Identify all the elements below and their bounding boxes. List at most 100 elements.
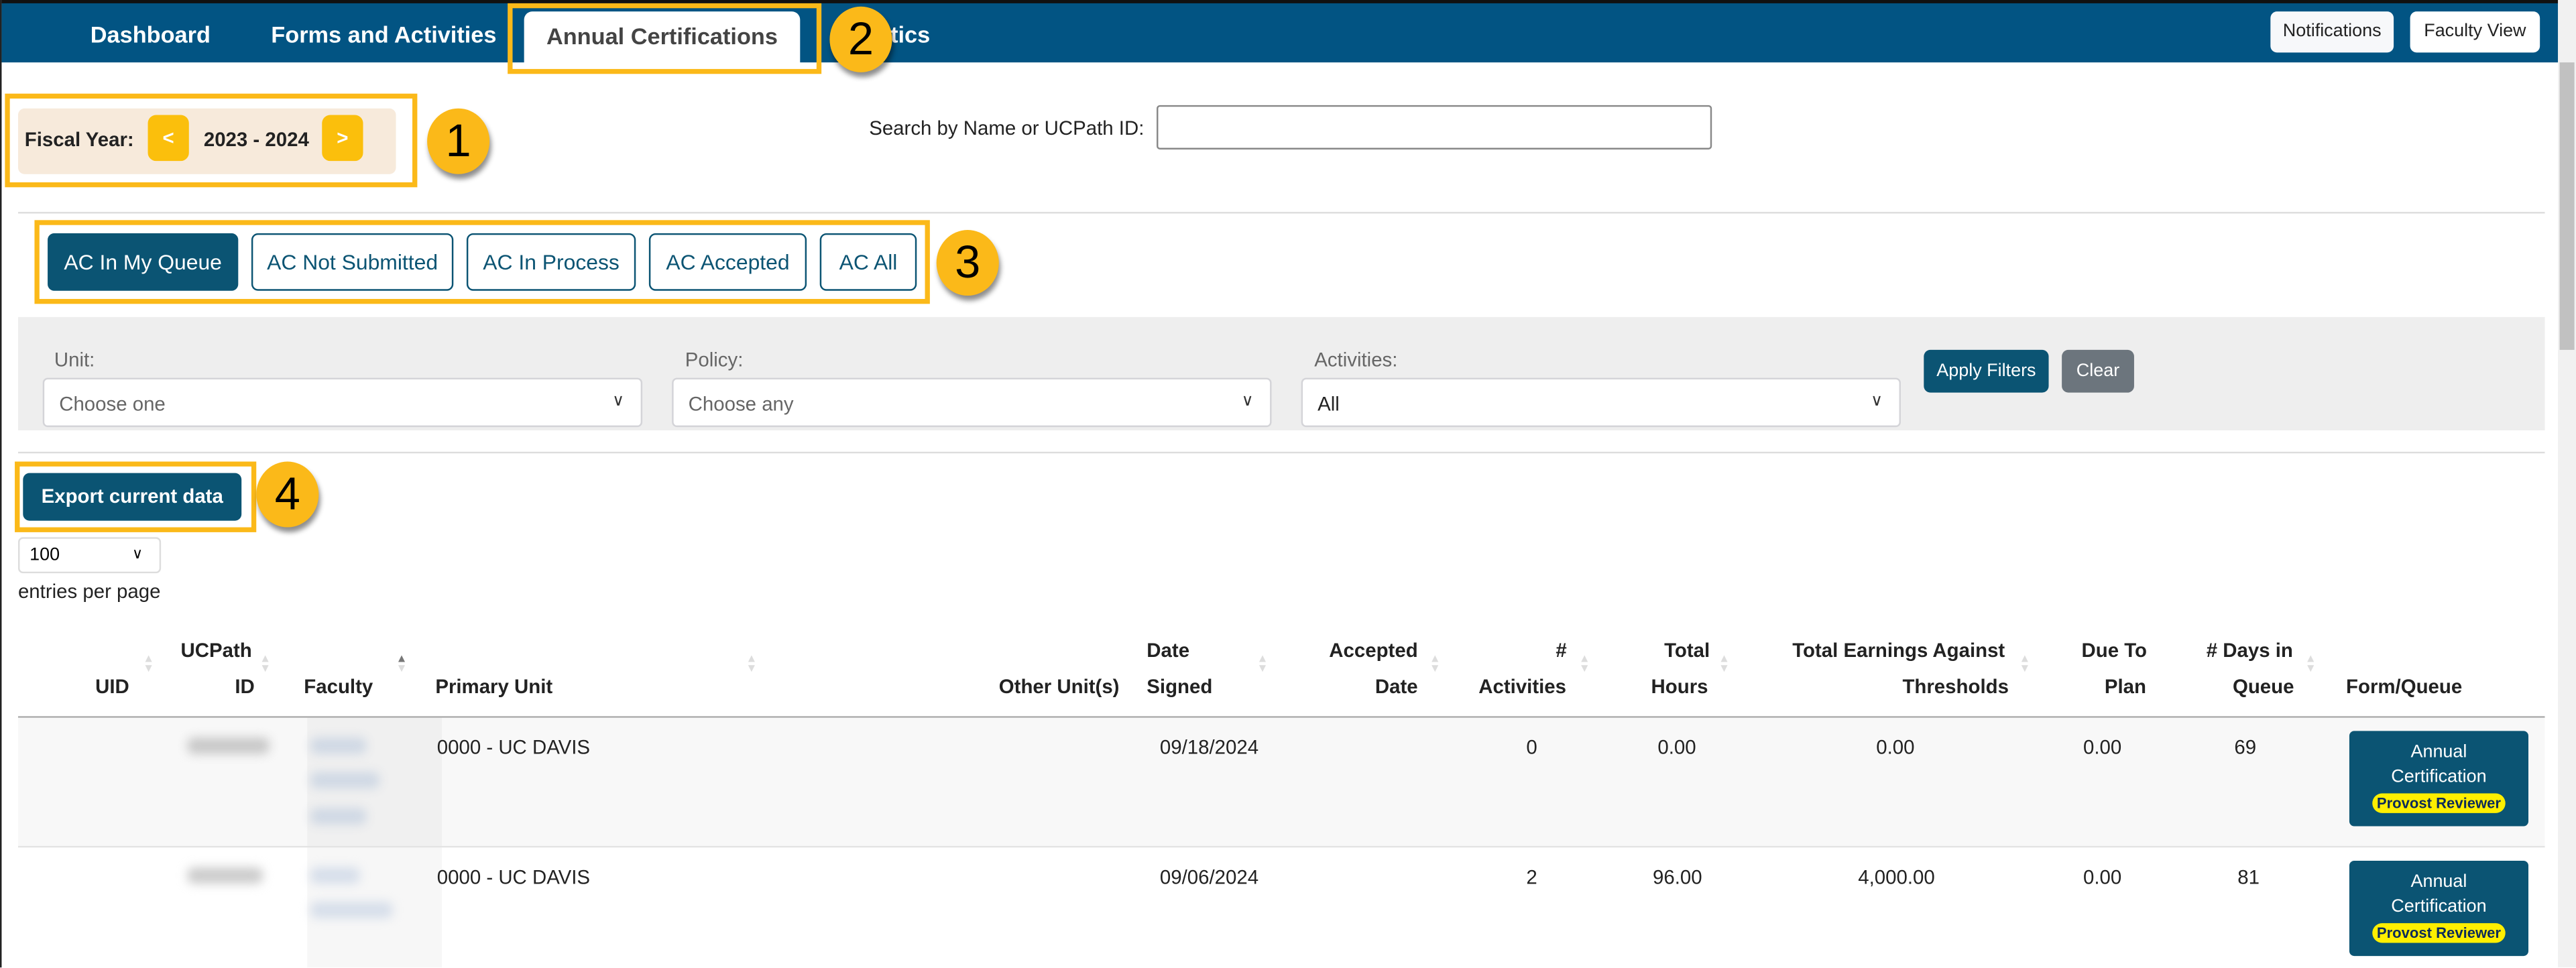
callout-2: 2 [829,6,892,72]
entries-per-page-select[interactable]: 100 ∨ [17,537,162,574]
divider [17,451,2545,454]
activities-count: 0 [1526,735,1537,760]
col-primary-unit[interactable]: Primary Unit [435,668,552,705]
notifications-button[interactable]: Notifications [2270,11,2394,53]
total-earnings: 0.00 [1876,735,1915,760]
col-due-to-plan: Due To [2081,639,2148,662]
page: Dashboard Forms and Activities Annual Ce… [0,0,2576,968]
callout-highlight-2 [508,3,822,74]
nav-forms-activities[interactable]: Forms and Activities [271,21,496,48]
faculty-name-redacted[interactable] [310,772,380,789]
col-total-hours-2: Hours [1651,675,1708,699]
sort-icon[interactable]: ▲ ▼ [1579,654,1590,675]
table-row: 0000 - UC DAVIS 09/06/2024 2 96.00 4,000… [17,847,2545,968]
top-nav: Dashboard Forms and Activities Annual Ce… [1,0,2559,66]
col-accepted-date[interactable]: Accepted [1329,632,1417,668]
annual-certification-button[interactable]: Annual Certification Provost Reviewer [2349,860,2529,957]
col-days-in-queue-2: Queue [2232,675,2294,699]
chevron-down-icon: ∨ [1241,392,1254,411]
ucpath-id-redacted [187,737,270,754]
entries-value: 100 [30,545,60,565]
col-form-queue: Form/Queue [2346,675,2463,699]
sort-icon[interactable]: ▲ ▼ [1429,654,1441,675]
entries-per-page-label: entries per page [17,579,161,603]
queue-badge: Provost Reviewer [2372,793,2506,813]
search-input[interactable] [1157,105,1712,149]
vertical-scrollbar[interactable] [2558,0,2576,968]
callout-highlight-1 [5,93,418,188]
sort-asc-icon[interactable]: ▲ ▼ [396,654,408,675]
sort-icon[interactable]: ▲ ▼ [2019,654,2030,675]
callout-4: 4 [256,461,319,528]
filter-panel: Unit: Choose one ∨ Policy: Choose any ∨ … [17,316,2545,430]
nav-dashboard[interactable]: Dashboard [91,21,211,48]
due-to-plan: 0.00 [2083,735,2122,760]
col-due-to-plan-2: Plan [2104,675,2146,699]
chevron-down-icon: ∨ [612,392,625,411]
faculty-name-redacted[interactable] [310,902,393,918]
total-hours: 0.00 [1657,735,1696,760]
activities-count: 2 [1526,865,1537,889]
col-ucpath[interactable]: UCPath [181,632,252,668]
queue-badge: Provost Reviewer [2372,923,2506,943]
chevron-down-icon: ∨ [132,545,143,562]
unit-select[interactable]: Choose one ∨ [42,377,643,428]
date-signed: 09/18/2024 [1159,735,1259,760]
annual-certification-button[interactable]: Annual Certification Provost Reviewer [2349,731,2529,827]
activities-label: Activities: [1314,348,1398,371]
total-hours: 96.00 [1653,865,1702,889]
apply-filters-button[interactable]: Apply Filters [1924,349,2049,393]
col-other-units[interactable]: Other Unit(s) [999,668,1120,705]
sort-icon[interactable]: ▲ ▼ [143,654,154,675]
scrollbar-thumb[interactable] [2559,62,2575,350]
col-total-earnings[interactable]: Total Earnings Against [1792,632,2005,668]
days-in-queue: 81 [2237,865,2260,889]
due-to-plan: 0.00 [2083,865,2122,889]
ucpath-id-redacted [187,867,264,884]
policy-label: Policy: [685,348,744,371]
sort-icon[interactable]: ▲ ▼ [1718,654,1730,675]
total-earnings: 4,000.00 [1858,865,1935,889]
primary-unit: 0000 - UC DAVIS [436,865,591,889]
sort-icon[interactable]: ▲ ▼ [259,654,271,675]
table-row: 0000 - UC DAVIS 09/18/2024 0 0.00 0.00 0… [17,717,2545,848]
sort-icon[interactable]: ▲ ▼ [746,654,757,675]
policy-select[interactable]: Choose any ∨ [672,377,1272,428]
callout-3: 3 [936,230,999,296]
faculty-name-redacted[interactable] [310,737,367,754]
unit-value: Choose one [59,392,166,416]
date-signed: 09/06/2024 [1159,865,1259,889]
callout-1: 1 [427,108,490,174]
col-ucpath-2: ID [235,675,255,699]
col-total-hours[interactable]: Total [1664,632,1710,668]
col-activities-2: Activities [1478,675,1567,699]
faculty-name-redacted[interactable] [310,808,367,825]
days-in-queue: 69 [2234,735,2257,760]
col-faculty[interactable]: Faculty [304,668,373,705]
primary-unit: 0000 - UC DAVIS [436,735,591,760]
col-date-signed[interactable]: Date [1147,632,1189,668]
activities-value: All [1318,392,1340,416]
policy-value: Choose any [688,392,794,416]
col-activities[interactable]: # [1556,632,1566,668]
sort-icon[interactable]: ▲ ▼ [2305,654,2317,675]
unit-label: Unit: [54,348,95,371]
faculty-name-redacted[interactable] [310,867,360,884]
nav-analytics[interactable]: tics [890,21,930,48]
col-days-in-queue[interactable]: # Days in [2207,632,2293,668]
callout-highlight-4 [15,461,257,532]
divider [17,212,2545,214]
form-label-line2: Certification [2391,896,2487,917]
form-label-line2: Certification [2391,767,2487,787]
faculty-view-button[interactable]: Faculty View [2410,11,2540,53]
col-date-signed-2: Signed [1147,675,1213,699]
clear-filters-button[interactable]: Clear [2062,349,2134,393]
col-total-earnings-2: Thresholds [1902,675,2009,699]
form-label-line1: Annual [2410,872,2467,892]
col-accepted-date-2: Date [1374,675,1418,699]
search-label: Search by Name or UCPath ID: [869,116,1145,140]
chevron-down-icon: ∨ [1871,392,1883,411]
sort-icon[interactable]: ▲ ▼ [1256,654,1268,675]
col-uid[interactable]: UID [95,668,129,705]
activities-select[interactable]: All ∨ [1301,377,1901,428]
